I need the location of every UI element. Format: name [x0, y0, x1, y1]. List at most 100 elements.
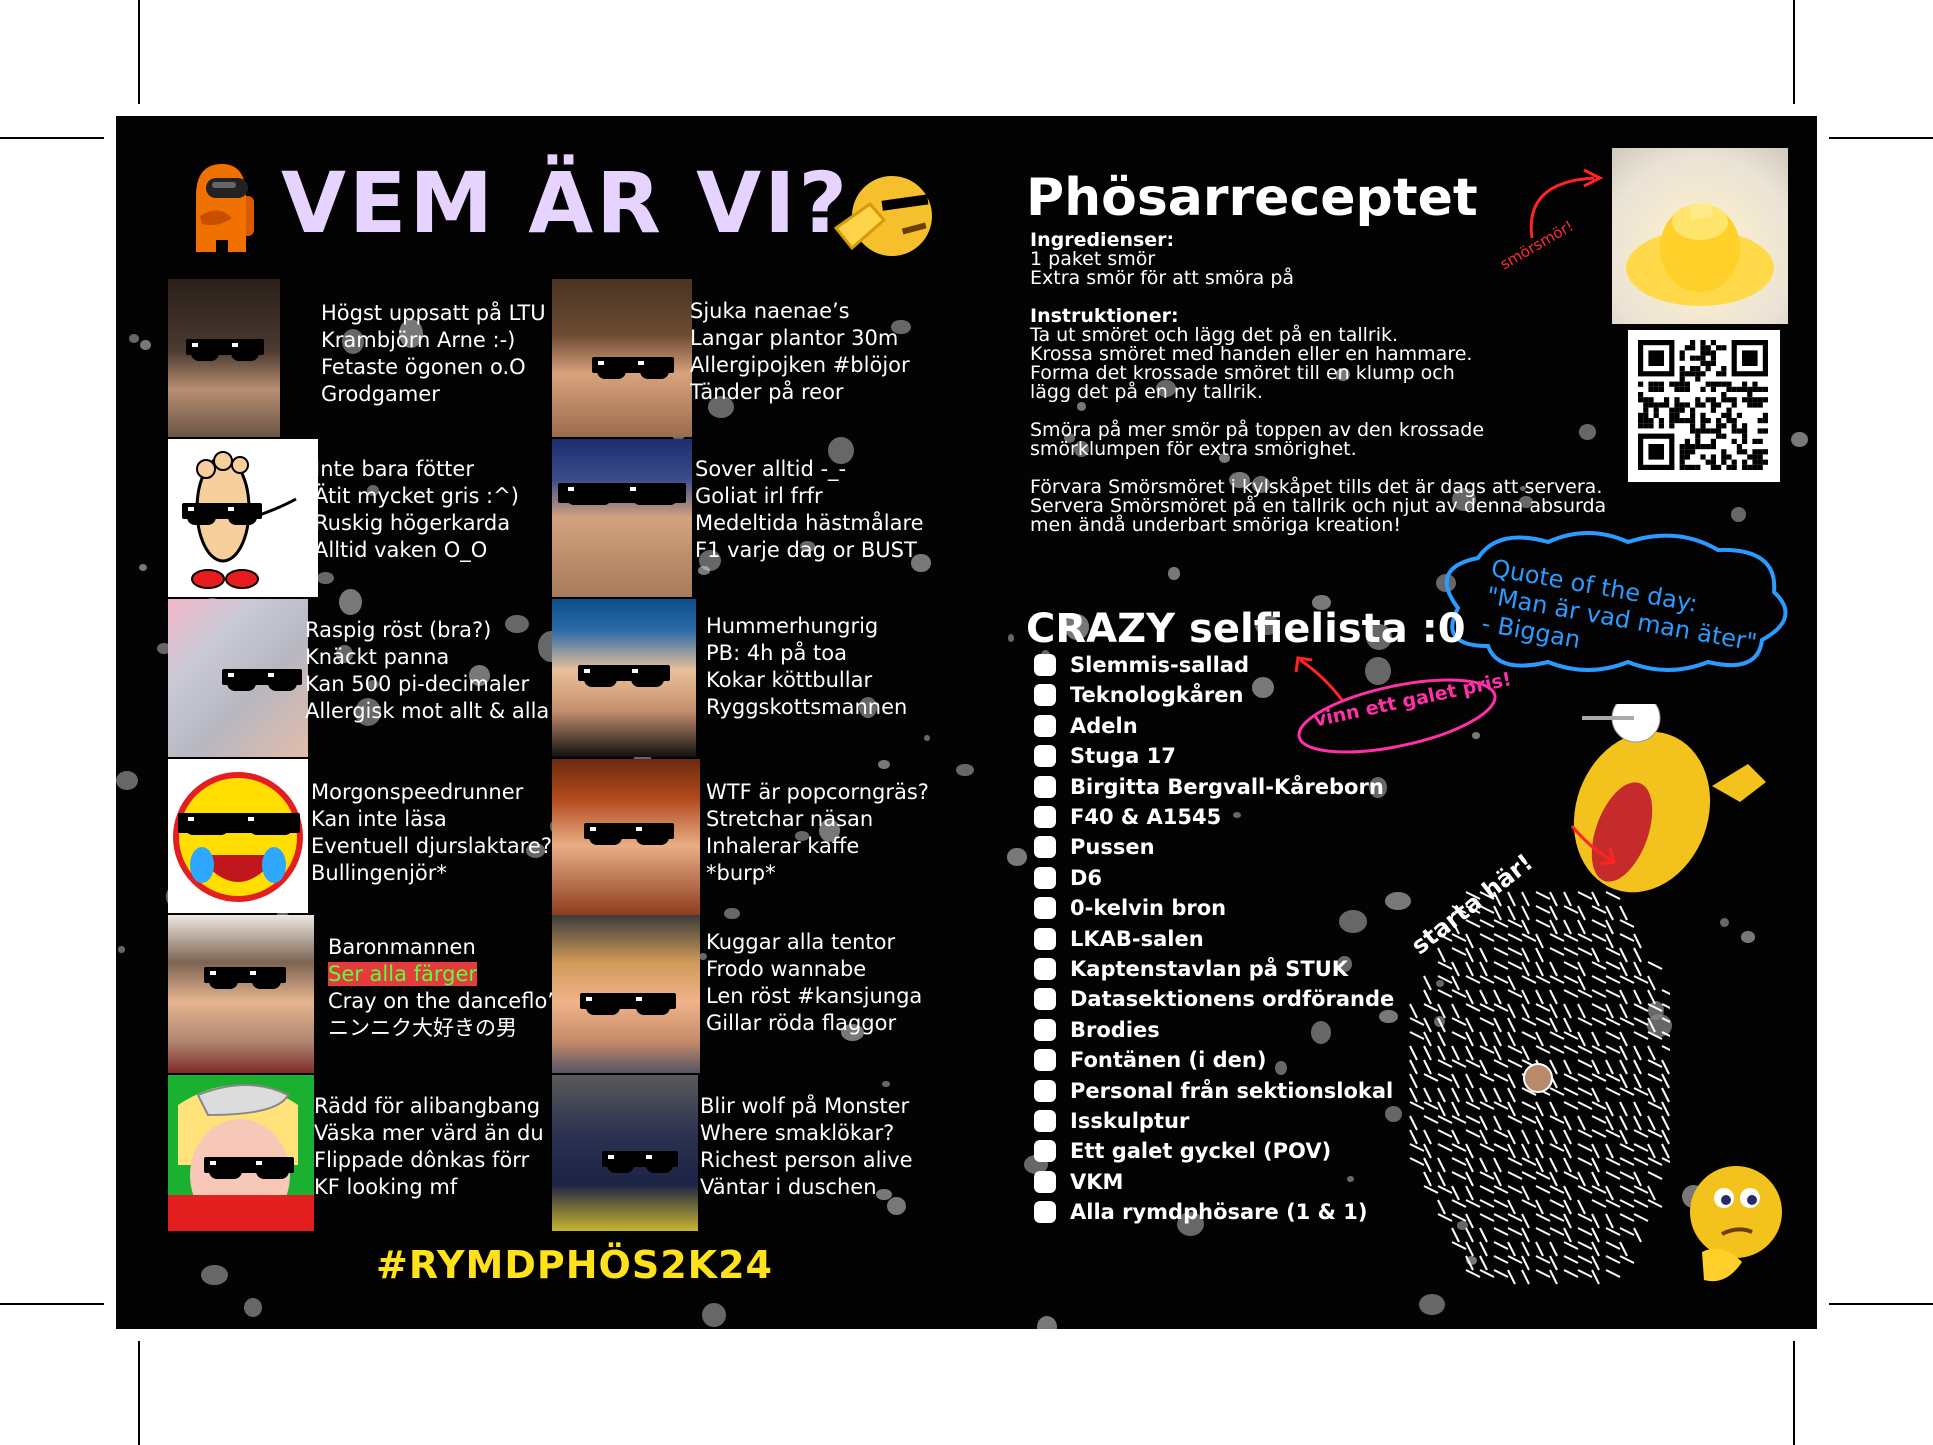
page-title: VEM ÄR VI?: [281, 154, 851, 252]
description-line: Richest person alive: [700, 1148, 913, 1172]
selfie-item[interactable]: LKAB-salen: [1034, 924, 1204, 954]
asteroid-speck: [702, 1303, 727, 1328]
checkbox[interactable]: [1034, 745, 1056, 768]
checkbox[interactable]: [1034, 714, 1056, 737]
highlighted-line: Ser alla färger: [328, 962, 478, 986]
checkbox[interactable]: [1034, 897, 1056, 920]
description-line: Sjuka naenae’s: [690, 299, 850, 323]
checkbox[interactable]: [1034, 1140, 1056, 1163]
recipe-line: lägg det på en ny tallrik.: [1030, 381, 1263, 403]
crewmate-icon: [188, 156, 258, 266]
crop-mark: [1829, 137, 1933, 139]
description-line: ニンニク大好きの男: [328, 1016, 517, 1040]
description-line: Allergipojken #blöjor: [690, 353, 910, 377]
checkbox[interactable]: [1034, 836, 1056, 859]
recipe-title: Phösarreceptet: [1026, 168, 1478, 228]
selfie-item[interactable]: Kaptenstavlan på STUK: [1034, 954, 1348, 984]
description-line: Eventuell djurslaktare?: [311, 834, 552, 858]
description-line: Kan 500 pi-decimaler: [305, 672, 530, 696]
checkbox[interactable]: [1034, 654, 1056, 676]
selfie-item[interactable]: Fontänen (i den): [1034, 1045, 1266, 1075]
selfie-item-label: LKAB-salen: [1070, 926, 1204, 951]
description-line: Grodgamer: [321, 382, 440, 406]
description-line: Goliat irl frfr: [695, 484, 823, 508]
selfie-item-label: Teknologkåren: [1070, 683, 1244, 708]
description-line: Alltid vaken O_O: [314, 538, 488, 562]
asteroid-speck: [1275, 1060, 1288, 1075]
selfie-item[interactable]: Alla rymdphösare (1 & 1): [1034, 1197, 1367, 1227]
description-line: Kokar köttbullar: [706, 668, 873, 692]
person-description: Sjuka naenae’s Langar plantor 30m Allerg…: [690, 298, 910, 406]
checkbox[interactable]: [1034, 684, 1056, 707]
selfie-item[interactable]: Datasektionens ordförande: [1034, 984, 1394, 1014]
description-line: Kuggar alla tentor: [706, 930, 896, 954]
checkbox[interactable]: [1034, 927, 1056, 950]
person-description: Högst uppsatt på LTU Krambjörn Arne :-) …: [321, 300, 546, 408]
person-photo: [552, 439, 692, 597]
asteroid-speck: [955, 763, 974, 777]
checkbox[interactable]: [1034, 775, 1056, 798]
selfie-item-label: Stuga 17: [1070, 744, 1176, 769]
checkbox[interactable]: [1034, 1018, 1056, 1041]
butter-photo: [1612, 148, 1788, 324]
description-line: Kan inte läsa: [311, 807, 447, 831]
selfie-item[interactable]: Ett galet gyckel (POV): [1034, 1136, 1331, 1166]
selfie-list-title: CRAZY selfielista :0: [1026, 606, 1466, 652]
selfie-item[interactable]: Birgitta Bergvall-Kåreborn: [1034, 772, 1384, 802]
selfie-item-label: Adeln: [1070, 713, 1138, 738]
asteroid-speck: [243, 1298, 262, 1318]
selfie-item[interactable]: 0-kelvin bron: [1034, 893, 1226, 923]
checkbox[interactable]: [1034, 958, 1056, 980]
description-line: Blir wolf på Monster: [700, 1094, 910, 1118]
checkbox[interactable]: [1034, 866, 1056, 889]
description-line: Ryggskottsmannen: [706, 695, 908, 719]
selfie-item[interactable]: Pussen: [1034, 832, 1155, 862]
selfie-item[interactable]: Stuga 17: [1034, 741, 1176, 771]
selfie-item[interactable]: Personal från sektionslokal: [1034, 1076, 1393, 1106]
description-line: Krambjörn Arne :-): [321, 328, 516, 352]
selfie-item[interactable]: VKM: [1034, 1167, 1123, 1197]
person-description: Baronmannen Ser alla färger Cray on the …: [328, 934, 554, 1042]
checkbox[interactable]: [1034, 1049, 1056, 1072]
person-photo: [168, 599, 308, 757]
asteroid-speck: [882, 1080, 890, 1088]
checkbox[interactable]: [1034, 1110, 1056, 1132]
crop-mark: [138, 0, 140, 104]
maze: [1406, 868, 1677, 1288]
checkbox[interactable]: [1034, 1079, 1056, 1102]
selfie-item[interactable]: Slemmis-sallad: [1034, 650, 1249, 680]
recipe-text: Ingredienser: 1 paket smör Extra smör fö…: [1030, 231, 1606, 535]
checkbox[interactable]: [1034, 1201, 1056, 1224]
selfie-item-label: Datasektionens ordförande: [1070, 987, 1395, 1012]
selfie-item[interactable]: F40 & A1545: [1034, 802, 1221, 832]
crop-mark: [1793, 1341, 1795, 1445]
selfie-item[interactable]: Brodies: [1034, 1015, 1160, 1045]
asteroid-speck: [1384, 1106, 1402, 1122]
asteroid-speck: [129, 334, 140, 343]
asteroid-speck: [1347, 1175, 1354, 1182]
recipe-line: smörklumpen för extra smörighet.: [1030, 438, 1357, 460]
asteroid-speck: [1007, 634, 1015, 642]
selfie-item[interactable]: Adeln: [1034, 711, 1138, 741]
person-photo: [552, 599, 696, 757]
asteroid-speck: [1791, 431, 1808, 447]
crop-mark: [0, 1303, 104, 1305]
description-line: Fetaste ögonen o.O: [321, 355, 526, 379]
description-line: Where smaklökar?: [700, 1121, 895, 1145]
person-description: Inte bara fötter Ätit mycket gris :^) Ru…: [314, 456, 519, 564]
selfie-item-label: Isskulptur: [1070, 1109, 1190, 1133]
selfie-item-label: F40 & A1545: [1070, 805, 1222, 829]
description-line: PB: 4h på toa: [706, 641, 847, 665]
description-line: KF looking mf: [314, 1175, 458, 1199]
selfie-item[interactable]: Teknologkåren: [1034, 680, 1243, 710]
asteroid-speck: [1007, 848, 1027, 866]
crop-mark: [138, 1341, 140, 1445]
selfie-item-label: 0-kelvin bron: [1070, 896, 1227, 921]
crop-mark: [1829, 1303, 1933, 1305]
selfie-item[interactable]: D6: [1034, 863, 1102, 893]
description-line: Raspig röst (bra?): [305, 618, 492, 642]
checkbox[interactable]: [1034, 806, 1056, 828]
checkbox[interactable]: [1034, 988, 1056, 1011]
selfie-item[interactable]: Isskulptur: [1034, 1106, 1189, 1136]
checkbox[interactable]: [1034, 1170, 1056, 1193]
